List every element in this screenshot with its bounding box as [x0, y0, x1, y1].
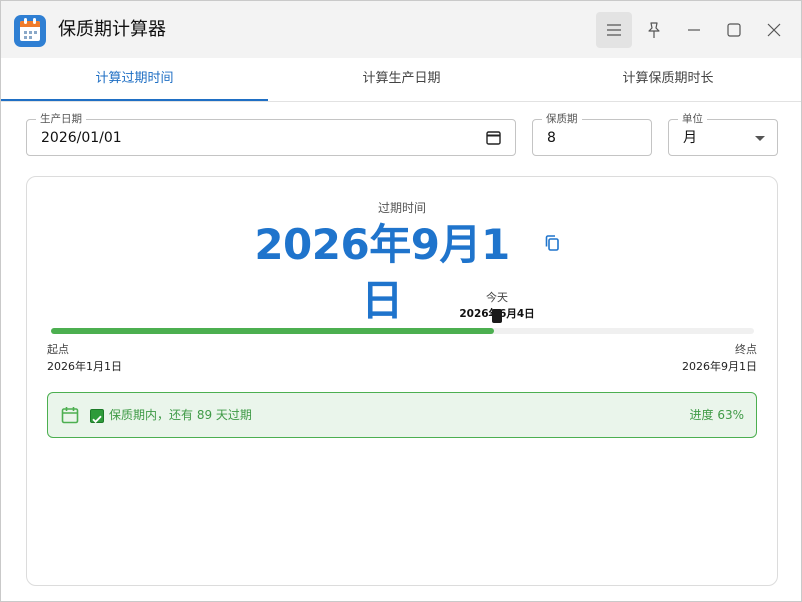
menu-icon: [607, 24, 621, 36]
today-marker: [492, 309, 502, 323]
result-card: 过期时间 2026年9月1日 今天 2026年6月4日 起点 2026年1月1日…: [26, 176, 778, 586]
pin-button[interactable]: [636, 12, 672, 48]
app-title: 保质期计算器: [58, 19, 166, 40]
copy-icon[interactable]: [543, 234, 561, 252]
end-date: 2026年9月1日: [682, 360, 757, 373]
tab-calc-production-date[interactable]: 计算生产日期: [268, 58, 535, 102]
production-date-field[interactable]: 生产日期 2026/01/01: [26, 112, 516, 156]
today-label: 今天: [486, 291, 508, 304]
start-label: 起点: [47, 343, 69, 356]
calendar-app-icon: [14, 15, 46, 47]
status-text: 保质期内，还有 89 天过期: [109, 408, 252, 422]
production-date-label: 生产日期: [36, 112, 86, 126]
status-banner: 保质期内，还有 89 天过期 进度 63%: [47, 392, 757, 438]
minimize-icon: [688, 29, 700, 31]
close-icon: [767, 23, 781, 37]
pin-icon: [648, 22, 660, 38]
tab-bar: 计算过期时间 计算生产日期 计算保质期时长: [1, 58, 801, 102]
calendar-icon: [61, 407, 79, 424]
app-window: 保质期计算器 计算过期时间 计算生产日期 计算保质期时长 生产日期 2026/0…: [0, 0, 802, 602]
start-date: 2026年1月1日: [47, 360, 122, 373]
maximize-button[interactable]: [716, 12, 752, 48]
progress-fill: [51, 328, 494, 334]
status-progress: 进度 63%: [689, 408, 745, 422]
minimize-button[interactable]: [676, 12, 712, 48]
unit-label: 单位: [678, 112, 707, 126]
unit-select[interactable]: 单位 月: [668, 112, 778, 156]
progress-track: [51, 328, 754, 334]
production-date-value[interactable]: 2026/01/01: [41, 129, 122, 147]
tab-calc-shelf-life[interactable]: 计算保质期时长: [535, 58, 801, 102]
title-bar: 保质期计算器: [1, 1, 801, 58]
shelf-life-label: 保质期: [542, 112, 582, 126]
expiry-label: 过期时间: [377, 201, 426, 215]
shelf-life-field[interactable]: 保质期 8: [532, 112, 652, 156]
chevron-down-icon[interactable]: [755, 136, 765, 141]
tab-indicator: [1, 99, 268, 101]
tab-calc-expiry[interactable]: 计算过期时间: [1, 58, 268, 102]
check-icon: [90, 409, 104, 424]
calendar-picker-icon[interactable]: [486, 130, 501, 145]
end-label: 终点: [735, 343, 757, 356]
shelf-life-value[interactable]: 8: [547, 129, 556, 147]
maximize-icon: [727, 23, 741, 37]
close-button[interactable]: [756, 12, 792, 48]
unit-value: 月: [683, 130, 697, 146]
menu-button[interactable]: [596, 12, 632, 48]
